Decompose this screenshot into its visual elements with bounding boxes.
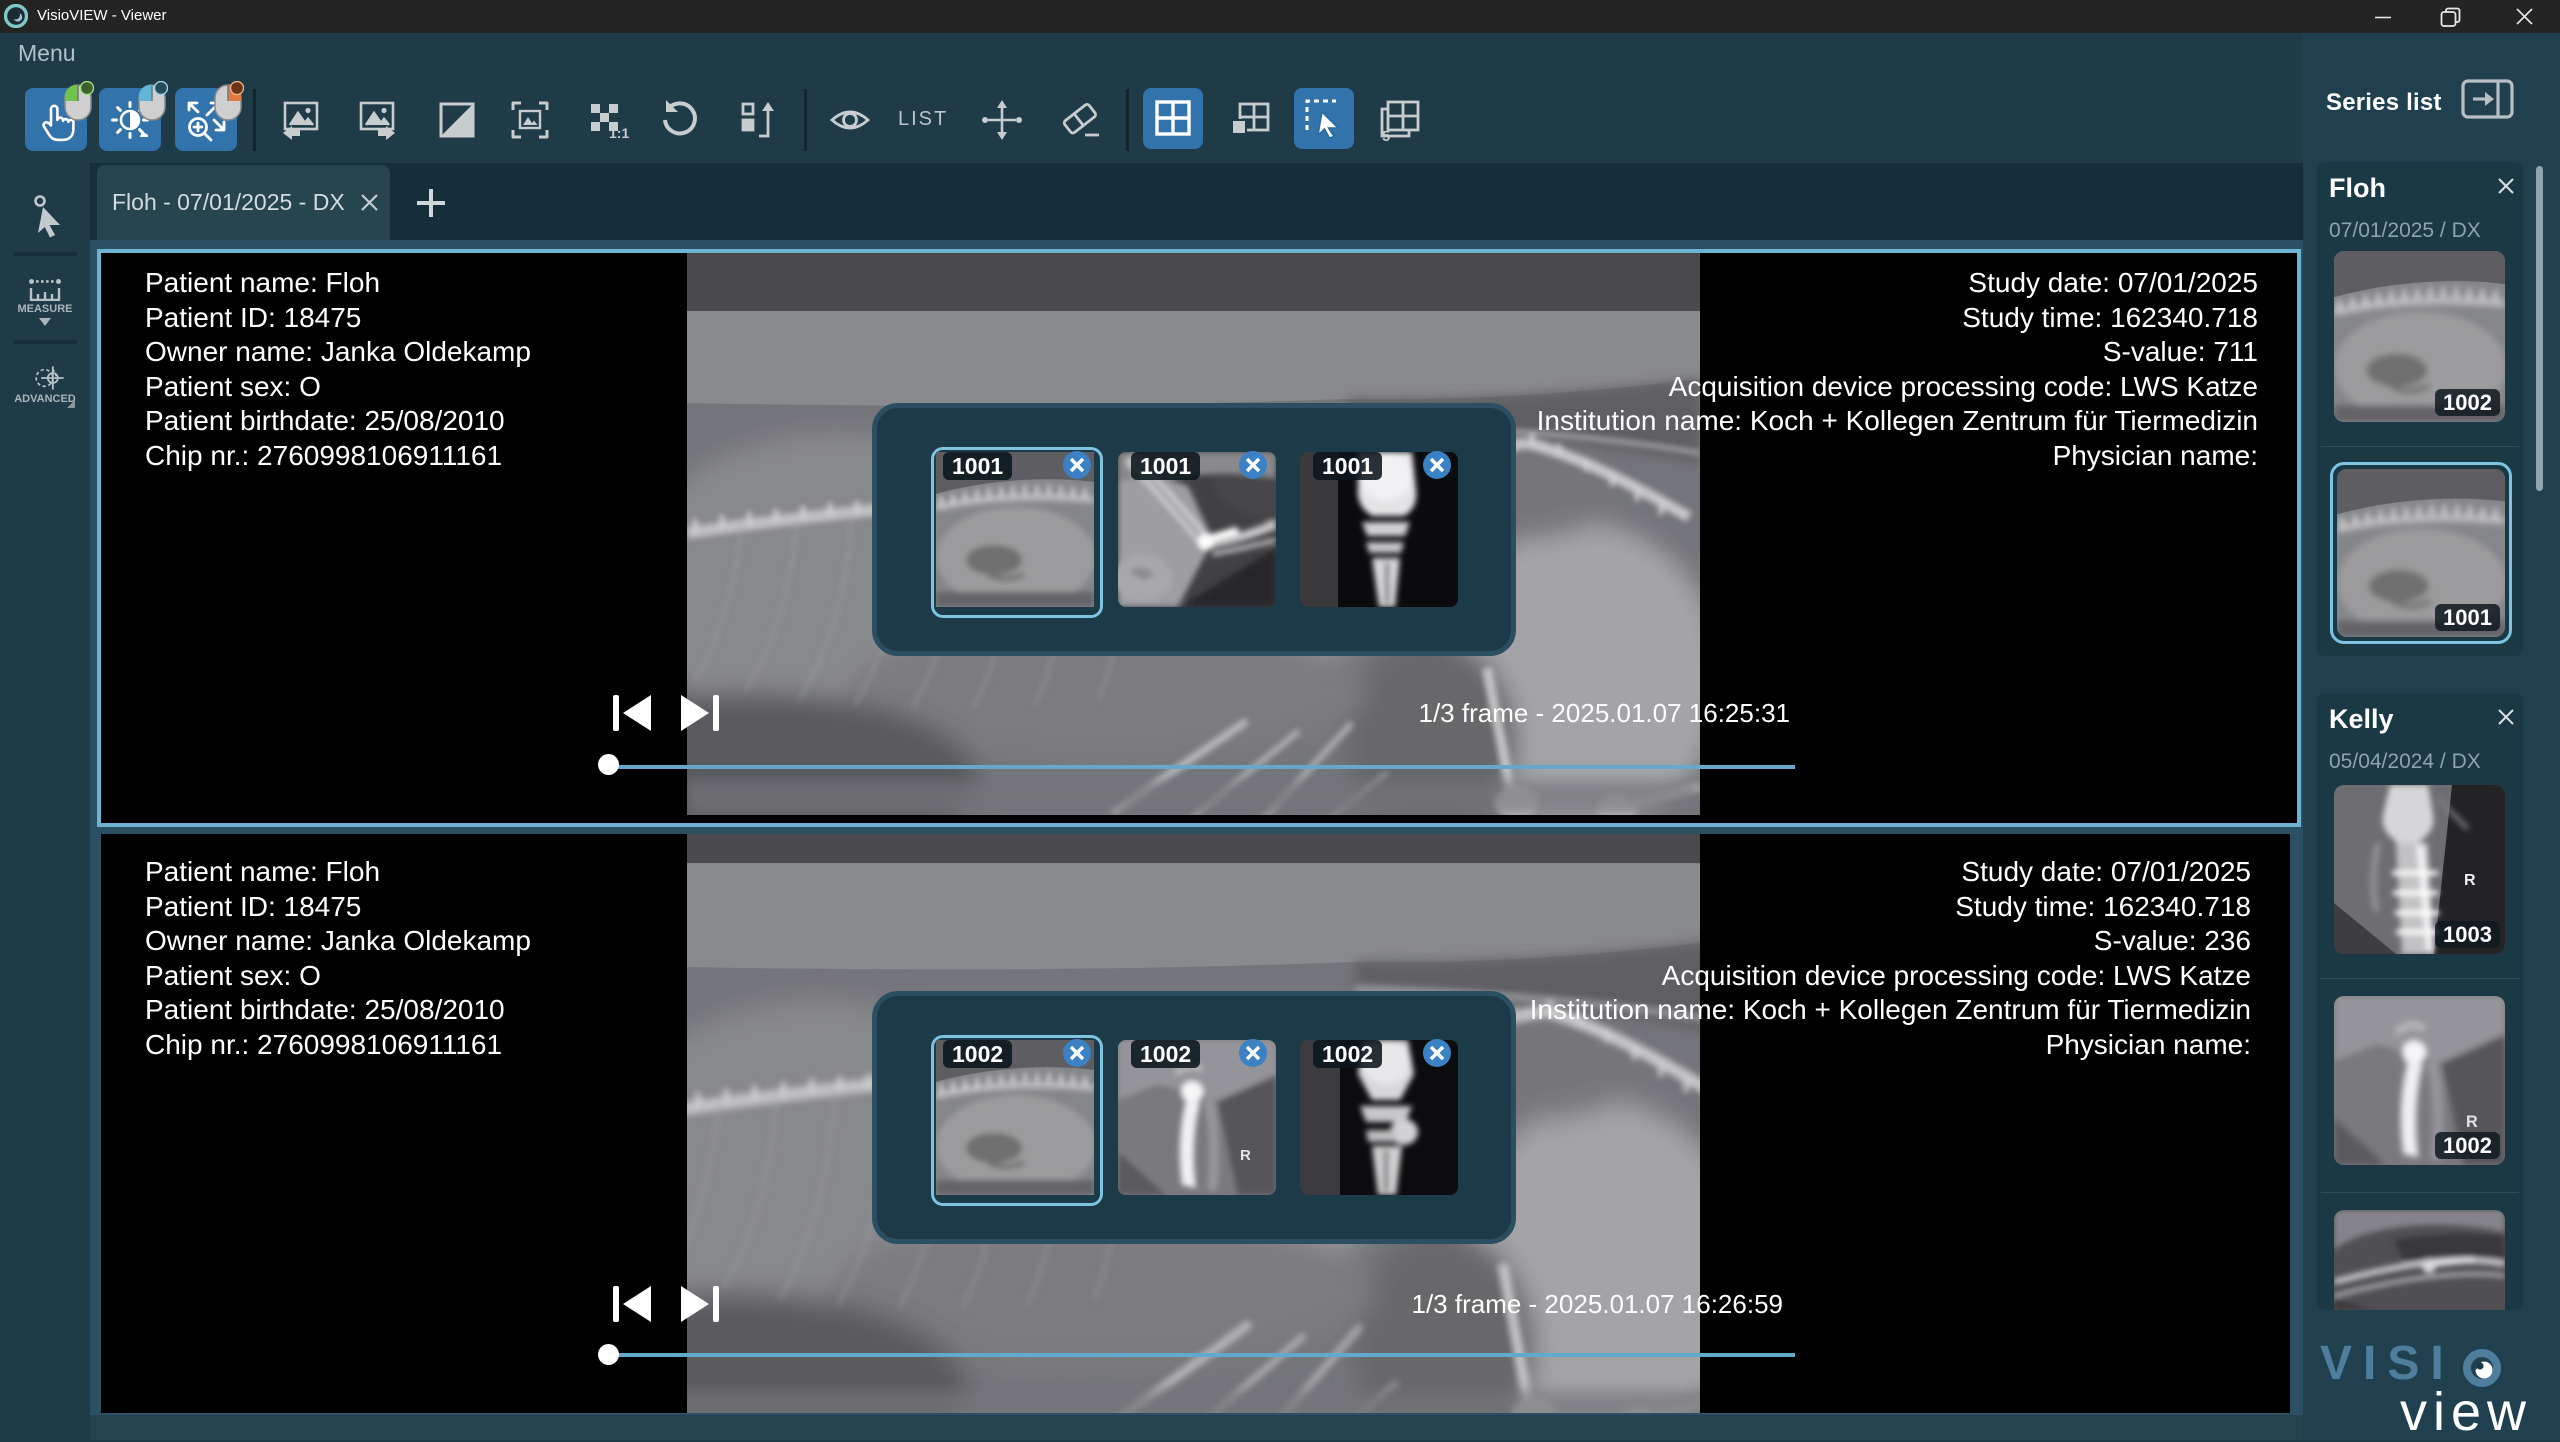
svg-text:1:1: 1:1 (609, 125, 629, 141)
svg-text:5: 5 (1382, 128, 1390, 142)
